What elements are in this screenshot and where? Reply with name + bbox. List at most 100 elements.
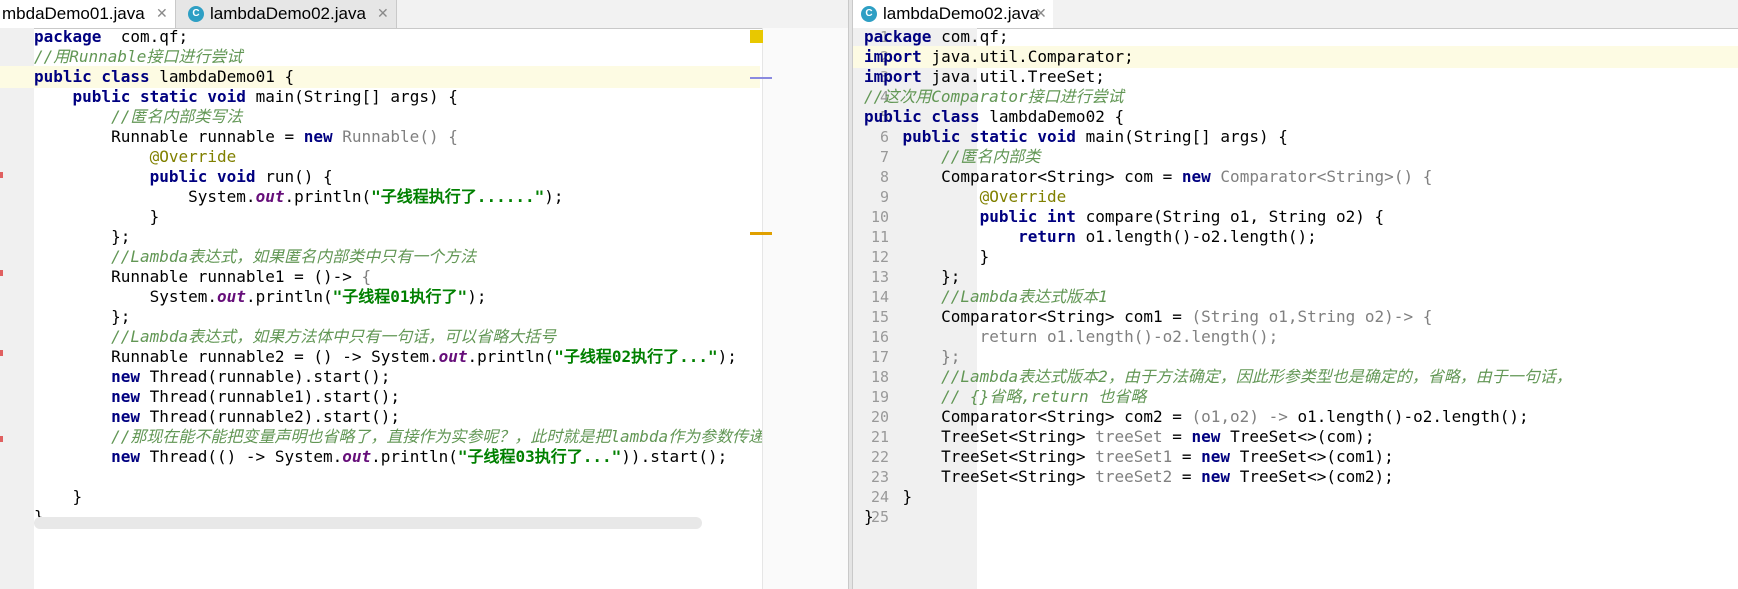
code-line[interactable]: package com.qf; [34, 26, 188, 48]
tab-lambdademo01[interactable]: mbdaDemo01.java ✕ [0, 0, 175, 28]
code-line[interactable]: Comparator<String> com2 = (o1,o2) -> o1.… [864, 406, 1529, 428]
tab-lambdademo02[interactable]: C lambdaDemo02.java ✕ [853, 0, 1053, 28]
code-line[interactable]: public class lambdaDemo02 { [864, 106, 1124, 128]
code-line[interactable]: public static void main(String[] args) { [864, 126, 1288, 148]
warning-stripe-mark[interactable] [750, 232, 772, 235]
code-line[interactable]: //用Runnable接口进行尝试 [34, 46, 242, 68]
code-line[interactable]: }; [34, 306, 130, 328]
code-token: lambdaDemo01 { [159, 67, 295, 86]
code-token: System. [34, 187, 256, 206]
tab-label: mbdaDemo01.java [2, 4, 145, 23]
code-token: return [1018, 227, 1086, 246]
code-token: TreeSet<String> [864, 447, 1096, 466]
code-line[interactable]: return o1.length()-o2.length(); [864, 226, 1317, 248]
code-token: //Lambda表达式版本1 [941, 287, 1108, 306]
code-line[interactable]: Comparator<String> com = new Comparator<… [864, 166, 1432, 188]
code-line[interactable]: //那现在能不能把变量声明也省略了，直接作为实参呢？，此时就是把lambda作为… [34, 426, 764, 448]
code-line[interactable]: public int compare(String o1, String o2)… [864, 206, 1385, 228]
code-line[interactable]: return o1.length()-o2.length(); [864, 326, 1279, 348]
code-line[interactable]: //Lambda表达式版本1 [864, 286, 1108, 308]
code-token: out [342, 447, 372, 466]
code-token: )).start(); [621, 447, 728, 466]
code-line[interactable]: System.out.println("子线程01执行了"); [34, 286, 487, 308]
left-error-stripe[interactable] [762, 28, 848, 589]
code-line[interactable]: //Lambda表达式，如果方法体中只有一句话，可以省略大括号 [34, 326, 556, 348]
caret-stripe-mark [750, 77, 772, 79]
code-line[interactable]: Runnable runnable = new Runnable() { [34, 126, 458, 148]
code-line[interactable]: import java.util.Comparator; [864, 46, 1134, 68]
code-line[interactable]: } [864, 506, 874, 528]
code-line[interactable]: }; [864, 266, 960, 288]
code-token: new [111, 387, 150, 406]
horizontal-scrollbar[interactable] [34, 517, 702, 529]
warning-indicator-icon[interactable] [750, 30, 763, 43]
code-token: public class [864, 107, 990, 126]
code-token: TreeSet<>(com1); [1239, 447, 1394, 466]
code-line[interactable]: public class lambdaDemo01 { [34, 66, 294, 88]
code-token: Thread(runnable2).start(); [149, 407, 401, 426]
code-token: .println( [467, 347, 555, 366]
code-line[interactable]: } [34, 206, 160, 228]
code-token: (String o1,String o2)-> { [1191, 307, 1433, 326]
code-token: = [1162, 427, 1192, 446]
code-line[interactable]: Runnable runnable1 = ()-> { [34, 266, 371, 288]
code-line[interactable]: new Thread(runnable2).start(); [34, 406, 400, 428]
code-line[interactable]: //Lambda表达式，如果匿名内部类中只有一个方法 [34, 246, 476, 268]
code-line[interactable]: //这次用Comparator接口进行尝试 [864, 86, 1124, 108]
code-line[interactable]: System.out.println("子线程执行了......"); [34, 186, 563, 208]
code-token: (o1,o2) -> [1191, 407, 1298, 426]
code-token: "子线程01执行了" [332, 287, 468, 306]
close-icon[interactable]: ✕ [156, 0, 168, 28]
close-icon[interactable]: ✕ [377, 0, 389, 28]
code-line[interactable]: } [864, 246, 990, 268]
left-editor-pane: mbdaDemo01.java ✕ C lambdaDemo02.java ✕ … [0, 0, 848, 589]
code-line[interactable]: } [34, 486, 83, 508]
code-line[interactable]: // {}省略,return 也省略 [864, 386, 1146, 408]
tab-lambdademo02[interactable]: C lambdaDemo02.java ✕ [175, 0, 397, 28]
code-token: }; [34, 307, 131, 326]
code-token: o1.length()-o2.length(); [1297, 407, 1529, 426]
code-line[interactable]: @Override [864, 186, 1067, 208]
code-line[interactable]: //Lambda表达式版本2，由于方法确定，因此形参类型也是确定的，省略，由于一… [864, 366, 1572, 388]
code-line[interactable]: Runnable runnable2 = () -> System.out.pr… [34, 346, 737, 368]
code-line[interactable]: Comparator<String> com1 = (String o1,Str… [864, 306, 1432, 328]
code-token: run() { [265, 167, 333, 186]
code-token: ); [467, 287, 487, 306]
code-line[interactable]: new Thread(runnable1).start(); [34, 386, 400, 408]
code-line[interactable]: new Thread(() -> System.out.println("子线程… [34, 446, 727, 468]
code-line[interactable]: TreeSet<String> treeSet = new TreeSet<>(… [864, 426, 1375, 448]
code-line[interactable]: //匿名内部类 [864, 146, 1040, 168]
close-icon[interactable]: ✕ [1035, 0, 1047, 28]
code-token: compare(String o1, String o2) { [1085, 207, 1385, 226]
code-token: new [1191, 427, 1231, 446]
code-line[interactable]: @Override [34, 146, 237, 168]
code-token: }; [864, 267, 961, 286]
code-token: main(String[] args) { [255, 87, 458, 106]
code-line[interactable]: public static void main(String[] args) { [34, 86, 458, 108]
code-token: public class [34, 67, 160, 86]
code-line[interactable]: TreeSet<String> treeSet1 = new TreeSet<>… [864, 446, 1394, 468]
code-token: } [34, 207, 160, 226]
code-line[interactable]: }; [864, 346, 960, 368]
code-token: new [1201, 467, 1240, 486]
code-line[interactable]: }; [34, 226, 130, 248]
code-token: Thread(runnable1).start(); [149, 387, 401, 406]
code-token: .println( [371, 447, 458, 466]
code-line[interactable]: public void run() { [34, 166, 333, 188]
code-token: = [1172, 447, 1202, 466]
code-line[interactable]: import java.util.TreeSet; [864, 66, 1105, 88]
code-line[interactable]: TreeSet<String> treeSet2 = new TreeSet<>… [864, 466, 1394, 488]
code-line[interactable]: } [864, 486, 913, 508]
code-line[interactable]: //匿名内部类写法 [34, 106, 242, 128]
left-gutter[interactable] [0, 28, 34, 589]
code-line[interactable]: package com.qf; [864, 26, 1009, 48]
code-token: //匿名内部类 [941, 147, 1041, 166]
code-line[interactable]: new Thread(runnable).start(); [34, 366, 390, 388]
code-token: import [864, 47, 932, 66]
code-token: Comparator<String> com2 = [864, 407, 1192, 426]
code-token: new [1181, 167, 1221, 186]
code-token: new [111, 367, 150, 386]
